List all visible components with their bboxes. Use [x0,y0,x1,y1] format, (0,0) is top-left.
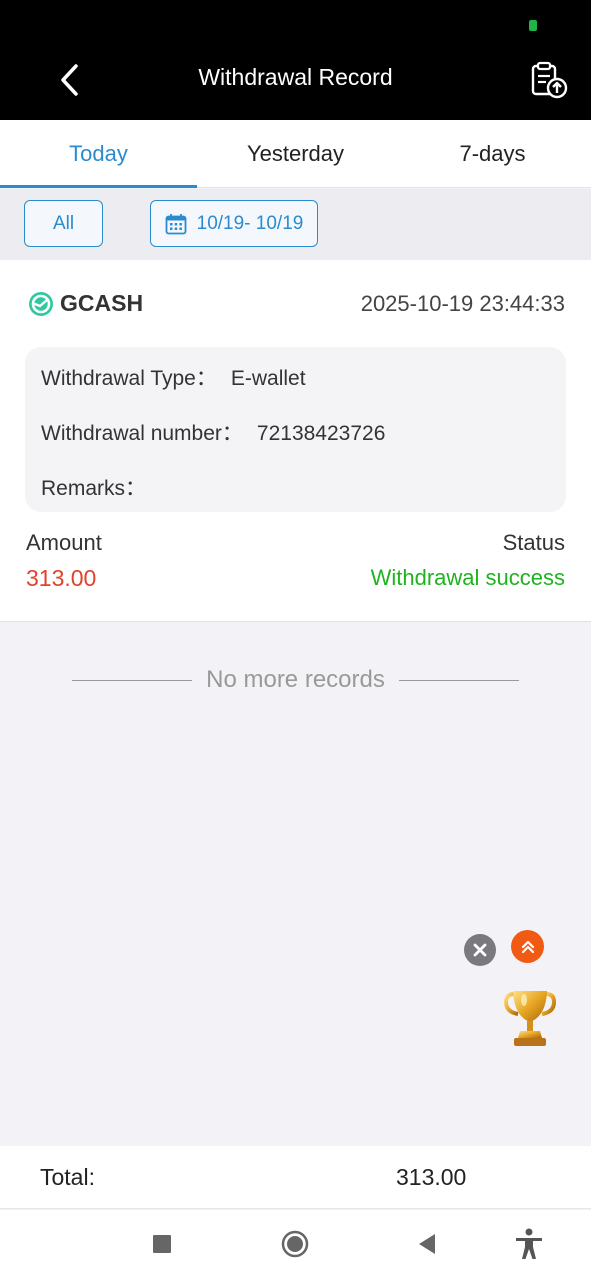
upload-record-button[interactable] [526,60,570,102]
list-end-indicator: No more records [0,666,591,694]
square-icon [153,1235,171,1253]
payment-method: GCASH [28,290,143,317]
remarks-row: Remarks： [41,472,160,502]
accessibility-button[interactable] [511,1226,547,1262]
calendar-icon [165,213,187,234]
active-tab-indicator [0,185,197,188]
close-icon [473,943,487,957]
amount-label: Amount [26,530,102,555]
total-label: Total: [40,1164,95,1190]
home-button[interactable] [277,1226,313,1262]
divider-right [398,679,519,681]
total-bar: Total: 313.00 [0,1146,591,1209]
withdrawal-type-value: E-wallet [230,367,306,390]
tab-today[interactable]: Today [0,120,197,188]
payment-method-name: GCASH [60,290,144,316]
record-datetime: 2025-10-19 23:44:33 [360,291,565,316]
battery-indicator [529,20,537,31]
trophy-icon [503,991,557,1046]
withdrawal-record-card[interactable]: GCASH 2025-10-19 23:44:33 Withdrawal Typ… [0,260,591,622]
filter-all-button[interactable]: All [24,200,103,247]
no-more-records-text: No more records [206,666,385,693]
remarks-label: Remarks： [41,477,147,500]
top-bar: Withdrawal Record [0,0,591,120]
tab-yesterday[interactable]: Yesterday [197,120,394,188]
amount-value: 313.00 [26,565,97,591]
system-nav-bar [0,1210,591,1280]
date-range-button[interactable]: 10/19- 10/19 [150,200,318,247]
recent-apps-button[interactable] [144,1226,180,1262]
gcash-logo-icon [29,291,53,316]
withdrawal-number-row: Withdrawal number： 72138423726 [41,417,385,447]
tab-7-days[interactable]: 7-days [394,120,591,188]
withdrawal-number-label: Withdrawal number： [41,422,243,445]
withdrawal-record-page: Withdrawal Record Today Yesterday 7-days… [0,0,591,1280]
close-float-button[interactable] [464,934,496,966]
clipboard-upload-icon [531,61,568,99]
double-chevron-up-icon [521,940,534,953]
trophy-button[interactable] [500,988,560,1050]
filter-row: All 10/19- 10/19 [0,189,591,260]
status-value: Withdrawal success [370,565,565,590]
record-details: Withdrawal Type： E-wallet Withdrawal numb… [25,347,566,512]
withdrawal-number-value: 72138423726 [256,422,386,445]
page-title: Withdrawal Record [198,64,393,90]
withdrawal-type-row: Withdrawal Type： E-wallet [41,362,306,392]
home-circle-icon [281,1230,309,1258]
accessibility-icon [516,1228,542,1259]
total-value: 313.00 [396,1164,467,1190]
triangle-back-icon [419,1234,435,1254]
date-tabs: Today Yesterday 7-days [0,120,591,188]
back-nav-button[interactable] [409,1226,445,1262]
status-label: Status [502,530,565,555]
divider-left [72,679,193,681]
withdrawal-type-label: Withdrawal Type： [41,367,217,390]
scroll-to-top-button[interactable] [511,930,544,963]
date-range-label: 10/19- 10/19 [196,212,304,234]
